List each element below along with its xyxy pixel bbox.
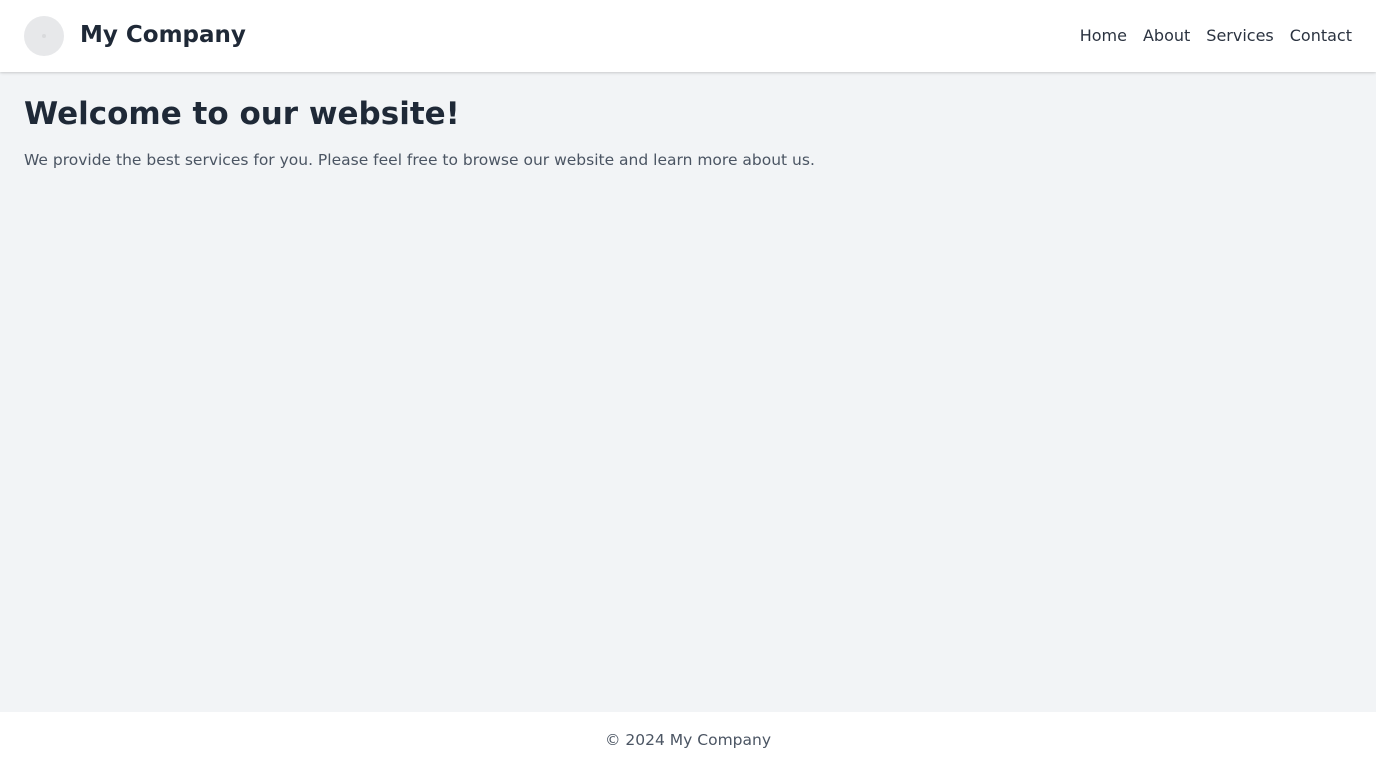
copyright-text: © 2024 My Company (604, 731, 771, 749)
nav-link-contact[interactable]: Contact (1290, 24, 1352, 48)
main-content: Welcome to our website! We provide the b… (24, 96, 1352, 172)
logo-dot (42, 34, 46, 38)
nav-link-about[interactable]: About (1143, 24, 1190, 48)
nav-link-home[interactable]: Home (1080, 24, 1127, 48)
brand-name[interactable]: My Company (80, 19, 246, 51)
company-logo-icon[interactable] (24, 16, 64, 56)
page: My Company Home About Services Contact W… (0, 0, 1376, 768)
site-footer: © 2024 My Company (0, 712, 1376, 768)
main-nav: Home About Services Contact (1080, 24, 1352, 48)
site-header: My Company Home About Services Contact (0, 0, 1376, 72)
nav-link-services[interactable]: Services (1206, 24, 1273, 48)
page-title: Welcome to our website! (24, 96, 460, 132)
intro-paragraph: We provide the best services for you. Pl… (24, 151, 815, 169)
